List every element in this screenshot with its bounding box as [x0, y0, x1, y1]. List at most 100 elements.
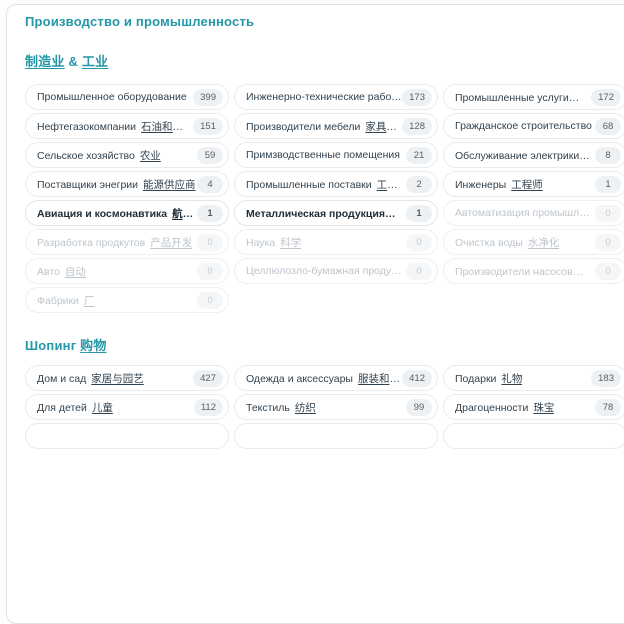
category-pill: Разработка продкутов产品开发0: [25, 229, 229, 255]
heading-part: 制造业: [25, 54, 65, 69]
label-ru: Одежда и аксессуары: [246, 373, 353, 385]
category-label: Драгоценности珠宝: [455, 400, 554, 415]
category-label: Текстиль纺织: [246, 400, 316, 415]
label-ru: Очистка воды: [455, 237, 523, 249]
count-badge: 59: [197, 147, 223, 164]
category-label: Целлюлозло-бумажная продукция: [246, 265, 406, 277]
category-pill: Авто自动0: [25, 258, 229, 284]
category-pill: Наука科学0: [234, 229, 438, 255]
label-zh: 家居与园艺: [91, 373, 144, 385]
category-pill[interactable]: Сельское хозяйство农业 59: [25, 142, 229, 168]
label-ru: Гражданское строительство: [455, 120, 592, 132]
count-badge: 173: [402, 89, 432, 106]
category-pill[interactable]: Гражданское строительство68: [443, 113, 624, 139]
label-zh: 能源供应商: [143, 179, 196, 191]
category-pill: Очистка воды水净化0: [443, 229, 624, 255]
page-title: Производство и промышленность: [7, 14, 624, 29]
heading-part: 购物: [80, 338, 106, 353]
category-pill[interactable]: Промышленные услуги工业服务172: [443, 84, 624, 110]
category-pill[interactable]: Поставщики энегрии能源供应商4: [25, 171, 229, 197]
category-label: Авиация и космонавтика航空和宇航: [37, 206, 197, 221]
count-badge: 0: [197, 292, 223, 309]
category-label: Для детей 儿童: [37, 400, 113, 415]
category-pill[interactable]: Драгоценности珠宝 78: [443, 394, 624, 420]
section-heading-shopping[interactable]: Шопинг 购物: [7, 335, 624, 354]
count-badge: 399: [193, 89, 223, 106]
heading-part: &: [65, 54, 82, 69]
category-pill[interactable]: Для детей 儿童 112: [25, 394, 229, 420]
category-label: Инженеры工程师: [455, 177, 543, 192]
count-badge: 112: [194, 399, 223, 416]
label-ru: Нефтегазокомпании: [37, 121, 136, 133]
category-pill[interactable]: Авиация и космонавтика航空和宇航1: [25, 200, 229, 226]
category-label: Производители мебели 家具制造商: [246, 119, 402, 134]
label-ru: Поставщики энегрии: [37, 179, 138, 191]
category-grid-manufacturing: Промышленное оборудование 399 Инженерно-те…: [7, 84, 624, 313]
category-pill[interactable]: Примзводственные помещения 21: [234, 142, 438, 168]
label-zh: 家具制造商: [365, 121, 402, 133]
label-zh: 自动: [65, 266, 86, 278]
label-zh: 儿童: [92, 402, 113, 414]
count-badge: 0: [406, 234, 432, 251]
category-label: Производители насосов泵制造商: [455, 264, 595, 279]
count-badge: 151: [193, 118, 223, 135]
category-label: Сельское хозяйство农业: [37, 148, 161, 163]
count-badge: 183: [591, 370, 621, 387]
category-pill[interactable]: Промышленные поставки工业用品2: [234, 171, 438, 197]
category-label: Гражданское строительство: [455, 120, 592, 132]
count-badge: 0: [197, 263, 223, 280]
category-pill: Фабрики厂 0: [25, 287, 229, 313]
count-badge: 21: [406, 147, 432, 164]
count-badge: 0: [197, 234, 223, 251]
category-label: Фабрики厂: [37, 293, 95, 308]
category-pill[interactable]: Производители мебели 家具制造商128: [234, 113, 438, 139]
count-badge: 1: [595, 176, 621, 193]
category-pill: Производители насосов泵制造商0: [443, 258, 624, 284]
category-label: Дом и сад家居与园艺: [37, 371, 144, 386]
heading-part: Шопинг: [25, 338, 80, 353]
category-label: Поставщики энегрии 能源供应商: [37, 177, 196, 192]
category-label: Обслуживание электрики电气维护: [455, 148, 595, 163]
label-ru: Для детей: [37, 402, 87, 414]
section-manufacturing: 制造业 & 工业 Промышленное оборудование 399 Инже…: [7, 51, 624, 313]
label-ru: Производители мебели: [246, 121, 360, 133]
category-pill: Автоматизация промышленности0: [443, 200, 624, 226]
label-ru: Текстиль: [246, 402, 290, 414]
category-label: Инженерно-технические работы: [246, 91, 402, 103]
category-pill[interactable]: Промышленное оборудование 399: [25, 84, 229, 110]
label-ru: Промышленные услуги: [455, 92, 579, 104]
label-ru: Производители насосов: [455, 266, 583, 278]
category-pill[interactable]: Нефтегазокомпании石油和天然气公司151: [25, 113, 229, 139]
category-pill[interactable]: Подарки礼物 183: [443, 365, 624, 391]
count-badge: 172: [591, 89, 621, 106]
category-label: Металлическая продукция金属制品: [246, 206, 406, 221]
category-pill[interactable]: Одежда и аксессуары服装和配饰412: [234, 365, 438, 391]
count-badge: 0: [406, 263, 432, 280]
count-badge: 128: [402, 118, 432, 135]
label-ru: Инженеры: [455, 179, 506, 191]
label-ru: Примзводственные помещения: [246, 149, 400, 161]
category-pill[interactable]: Инженеры工程师 1: [443, 171, 624, 197]
label-ru: Автоматизация промышленности: [455, 207, 595, 219]
category-label: Подарки礼物: [455, 371, 522, 386]
count-badge: 0: [595, 263, 621, 280]
label-zh: 科学: [280, 237, 301, 249]
category-pill[interactable]: Обслуживание электрики电气维护8: [443, 142, 624, 168]
category-pill[interactable]: Инженерно-технические работы173: [234, 84, 438, 110]
count-badge: 78: [595, 399, 621, 416]
count-badge: 0: [595, 234, 621, 251]
category-pill[interactable]: Дом и сад家居与园艺 427: [25, 365, 229, 391]
count-badge: 427: [193, 370, 223, 387]
category-pill[interactable]: Текстиль纺织99: [234, 394, 438, 420]
category-pill[interactable]: Металлическая продукция金属制品1: [234, 200, 438, 226]
sections-container: 制造业 & 工业 Промышленное оборудование 399 Инже…: [7, 51, 624, 449]
label-ru: Авиация и космонавтика: [37, 208, 167, 220]
label-ru: Сельское хозяйство: [37, 150, 135, 162]
category-pill: Целлюлозло-бумажная продукция0: [234, 258, 438, 284]
count-badge: 8: [595, 147, 621, 164]
label-zh: 珠宝: [533, 402, 554, 414]
category-label: Промышленное оборудование: [37, 91, 187, 103]
count-badge: 1: [406, 205, 432, 222]
label-zh: 厂: [84, 295, 95, 307]
section-heading-manufacturing[interactable]: 制造业 & 工业: [7, 51, 624, 70]
